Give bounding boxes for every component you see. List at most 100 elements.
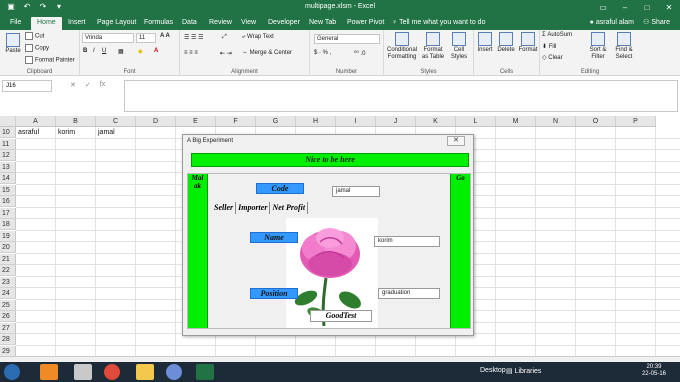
row-header[interactable]: 24 [0,288,16,299]
column-header[interactable]: K [416,116,456,127]
tab-developer[interactable]: Developer [262,17,306,30]
insert-cells-button[interactable]: Insert [476,32,494,54]
column-header[interactable]: P [616,116,656,127]
row-header[interactable]: 11 [0,138,16,150]
row-header[interactable]: 16 [0,196,16,207]
italic-icon[interactable]: I [93,48,95,54]
column-header[interactable]: J [376,116,416,127]
cell-a10[interactable]: asraful [18,127,39,138]
row-header[interactable]: 12 [0,150,16,161]
select-all-corner[interactable] [0,116,16,127]
name-input[interactable]: korim [374,236,440,247]
maximize-icon[interactable]: □ [636,0,658,16]
number-format-select[interactable]: General [314,34,380,44]
conditional-formatting-button[interactable]: Conditional Formatting [386,32,418,61]
tab-file[interactable]: File [4,17,27,30]
column-header[interactable]: C [96,116,136,127]
grow-font-icon[interactable]: A A [160,33,170,39]
tab-net-profit[interactable]: Net Profit [270,202,309,214]
column-header[interactable]: H [296,116,336,127]
column-header[interactable]: L [456,116,496,127]
decimal-icon[interactable]: ⁰⁰ .0 [354,50,365,57]
tab-seller[interactable]: Seller [212,202,237,214]
format-painter-button[interactable]: Format Painter [25,56,75,64]
ribbon-display-icon[interactable]: ▭ [592,0,614,16]
row-header[interactable]: 26 [0,311,16,322]
cell-b10[interactable]: korim [58,127,75,138]
copy-button[interactable]: Copy [25,44,49,52]
column-header[interactable]: B [56,116,96,127]
clear-button[interactable]: ◇ Clear [542,54,563,61]
cut-button[interactable]: Cut [25,32,44,40]
column-header[interactable]: A [16,116,56,127]
border-icon[interactable]: ▦ [118,48,124,55]
row-header[interactable]: 10 [0,127,16,138]
font-color-icon[interactable]: A [154,48,158,54]
column-header[interactable]: G [256,116,296,127]
cell-styles-button[interactable]: Cell Styles [448,32,470,61]
row-header[interactable]: 14 [0,173,16,184]
tab-page-layout[interactable]: Page Layout [91,17,142,30]
fill-button[interactable]: ⬇ Fill [542,43,556,50]
column-header[interactable]: F [216,116,256,127]
sort-filter-button[interactable]: Sort & Filter [586,32,610,61]
start-icon[interactable] [4,364,20,380]
row-header[interactable]: 19 [0,230,16,242]
delete-cells-button[interactable]: Delete [496,32,516,54]
row-header[interactable]: 27 [0,322,16,334]
row-header[interactable]: 13 [0,161,16,173]
column-header[interactable]: D [136,116,176,127]
merge-center-button[interactable]: ⇔ Merge & Center [242,50,292,56]
fill-color-icon[interactable]: ◆ [138,48,143,55]
align-left-icon[interactable]: ≡ ≡ ≡ [184,50,198,56]
excel-icon[interactable] [196,364,214,380]
tab-importer[interactable]: Importer [236,202,271,214]
position-input[interactable]: graduation [378,288,440,299]
right-green-bar[interactable]: Go [450,174,470,328]
column-header[interactable]: M [496,116,536,127]
user-account[interactable]: ● asraful alam [590,17,634,29]
row-header[interactable]: 29 [0,345,16,356]
tab-review[interactable]: Review [203,17,238,30]
libraries-toolbar[interactable]: ▤ Libraries [506,367,541,375]
desktop-toolbar[interactable]: Desktop [480,367,506,374]
row-header[interactable]: 20 [0,242,16,253]
column-header[interactable]: I [336,116,376,127]
share-button[interactable]: ⚇ Share [643,17,670,29]
tell-me-search[interactable]: ♀ Tell me what you want to do [392,17,485,29]
column-header[interactable]: E [176,116,216,127]
underline-icon[interactable]: U [102,48,106,54]
row-header[interactable]: 25 [0,299,16,311]
cell-c10[interactable]: jamal [98,127,115,138]
clock[interactable]: 20:39 22-05-16 [642,364,666,378]
font-size-select[interactable]: 11 [136,33,156,43]
find-select-button[interactable]: Find & Select [612,32,636,61]
paste-button[interactable]: Paste [4,33,22,55]
tab-home[interactable]: Home [31,17,62,30]
dialog-close-button[interactable]: ✕ [447,136,465,146]
bold-icon[interactable]: B [83,48,87,54]
fx-icon[interactable]: fx [100,81,105,89]
align-top-icon[interactable]: ☰ ☰ ☰ [184,34,203,41]
tab-view[interactable]: View [235,17,262,30]
name-box[interactable]: J16 [2,80,52,92]
tab-data[interactable]: Data [176,17,203,30]
row-header[interactable]: 15 [0,184,16,196]
chrome-icon[interactable] [104,364,120,380]
enter-icon[interactable]: ✓ [85,81,91,89]
media-player-icon[interactable] [40,364,58,380]
row-header[interactable]: 17 [0,207,16,219]
paint-icon[interactable] [74,364,92,380]
row-header[interactable]: 22 [0,265,16,276]
row-header[interactable]: 28 [0,334,16,345]
cancel-icon[interactable]: ✕ [70,81,76,89]
format-as-table-button[interactable]: Format as Table [420,32,446,61]
explorer-icon[interactable] [136,364,154,380]
minimize-icon[interactable]: – [614,0,636,16]
close-icon[interactable]: ✕ [658,0,680,16]
goodtest-button[interactable]: GoodTest [310,310,372,322]
formula-input[interactable] [124,80,678,112]
column-header[interactable]: O [576,116,616,127]
row-header[interactable]: 23 [0,276,16,288]
format-cells-button[interactable]: Format [518,32,538,54]
